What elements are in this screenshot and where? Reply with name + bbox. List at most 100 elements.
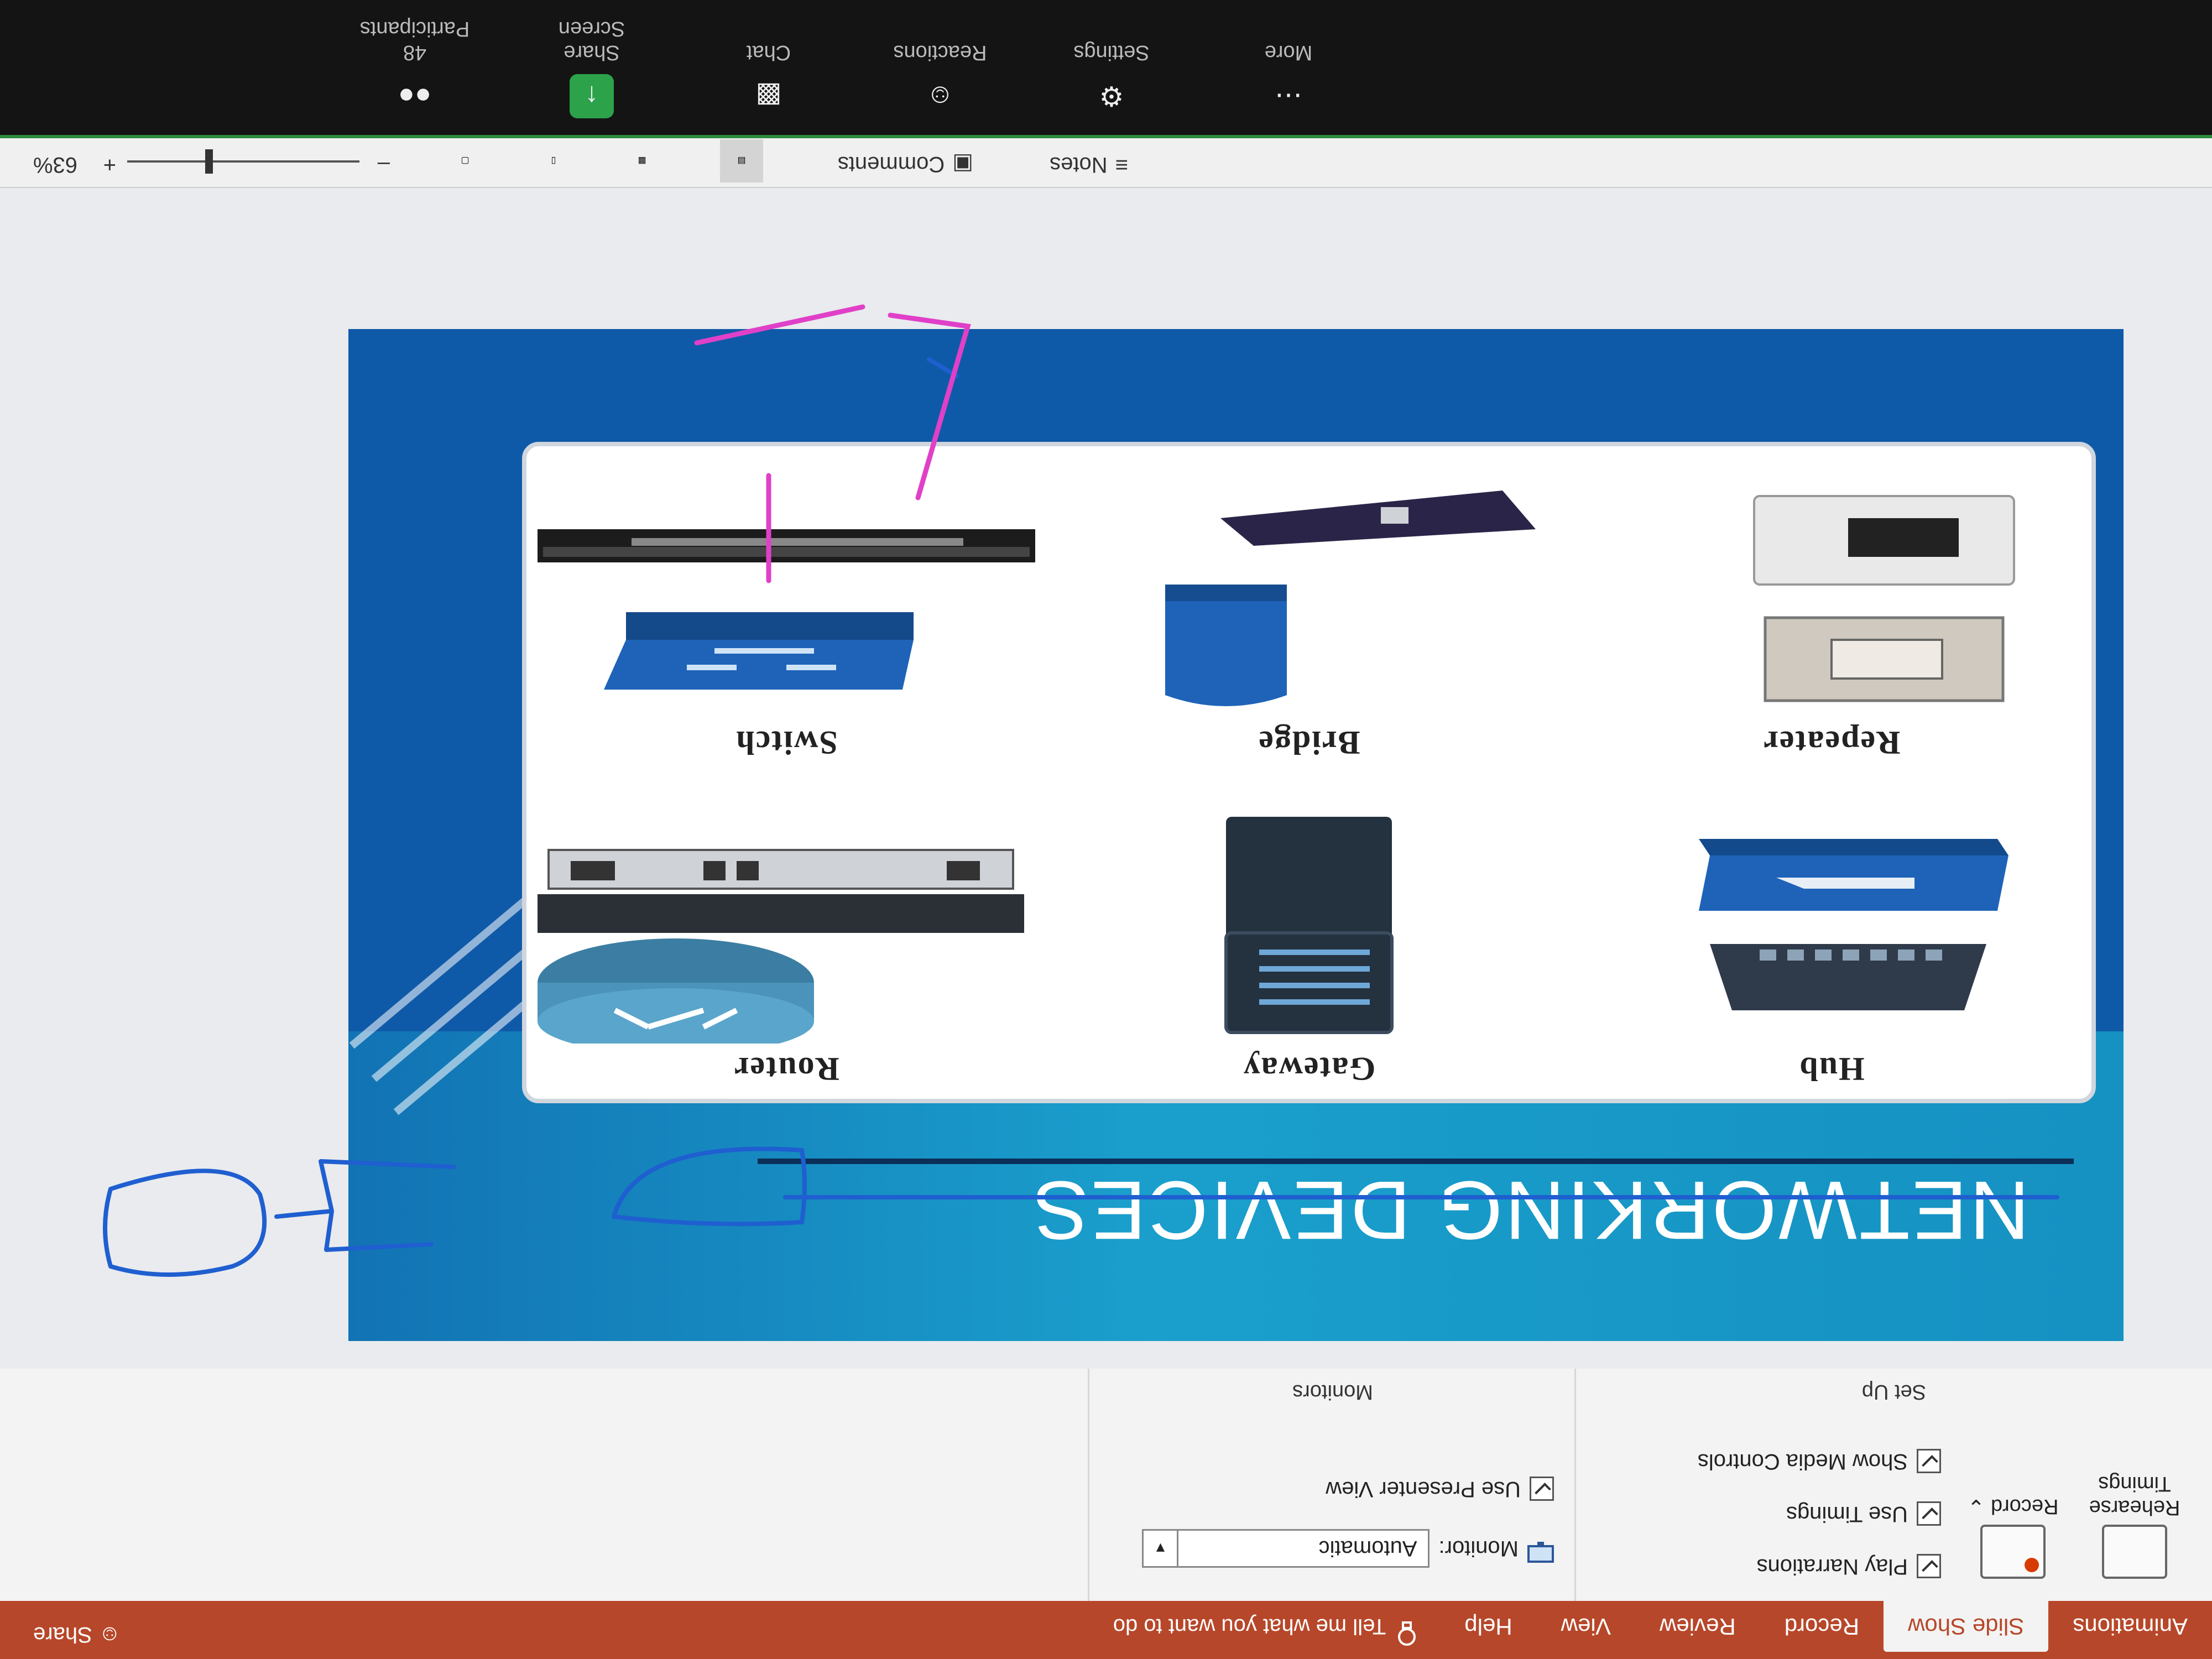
reactions-button[interactable]: ☺ Reactions <box>879 40 1001 118</box>
participants-button[interactable]: ●● 48 Participants <box>354 17 476 118</box>
tell-me-text: Tell me what you want to do <box>1113 1614 1386 1639</box>
title-underline <box>758 1159 2074 1164</box>
monitor-value: Automatic <box>1318 1536 1417 1561</box>
slide-sorter-icon: ▦ <box>638 156 646 165</box>
rehearse-label: Rehearse Timings <box>2089 1472 2180 1519</box>
zoom-slider-thumb[interactable] <box>205 149 213 174</box>
photo-stage: Animations Slide Show Record Review View… <box>0 0 2212 1659</box>
stopwatch-icon <box>2102 1525 2167 1579</box>
reactions-icon: ☺ <box>926 81 954 112</box>
zoom-level[interactable]: 63% <box>33 152 77 177</box>
person-icon: ☺ <box>98 1623 121 1647</box>
share-label: Share <box>33 1623 92 1647</box>
tab-view[interactable]: View <box>1537 1601 1635 1652</box>
device-label: Bridge <box>1258 724 1360 761</box>
notes-button[interactable]: ≡ Notes <box>1050 152 1128 177</box>
device-cell-bridge: Bridge <box>1049 452 1569 773</box>
checkbox-box <box>1917 1554 1941 1579</box>
play-narrations-label: Play Narrations <box>1756 1554 1908 1579</box>
device-cell-switch: Switch <box>526 452 1046 773</box>
slide-edit-area: NETWORKING DEVICES Hub Gateway Router Re… <box>0 188 2212 1369</box>
more-icon: ⋯ <box>1275 81 1302 112</box>
rehearse-timings-button[interactable]: Rehearse Timings <box>2079 1472 2190 1579</box>
participants-label: Participants <box>359 17 470 40</box>
dropdown-arrow-icon[interactable]: ▼ <box>1144 1531 1179 1566</box>
chat-button[interactable]: ▩ Chat <box>708 40 830 118</box>
slideshow-view-button[interactable]: ▢ <box>444 139 487 182</box>
tab-help[interactable]: Help <box>1440 1601 1536 1652</box>
device-cell-gateway: Gateway <box>1049 778 1569 1099</box>
tab-review[interactable]: Review <box>1635 1601 1760 1652</box>
use-timings-checkbox[interactable]: Use Timings <box>1786 1501 1941 1526</box>
ribbon-tab-bar: Animations Slide Show Record Review View… <box>0 1601 2212 1659</box>
chevron-down-icon: ⌄ <box>1967 1495 1985 1518</box>
play-narrations-checkbox[interactable]: Play Narrations <box>1757 1554 1941 1579</box>
lightbulb-icon <box>1396 1601 1418 1652</box>
more-label: More <box>1264 41 1313 64</box>
zoom-value: 63% <box>33 153 77 177</box>
slide-sorter-button[interactable]: ▦ <box>620 139 664 182</box>
share-button[interactable]: ☺ Share <box>33 1622 121 1647</box>
share-screen-button[interactable]: ↑ Share Screen <box>531 17 653 118</box>
chat-label: Chat <box>746 41 791 64</box>
participants-icon: ●● <box>398 81 432 112</box>
checkbox-box <box>1530 1477 1554 1501</box>
slide-title[interactable]: NETWORKING DEVICES <box>1031 1162 2030 1258</box>
monitor-icon <box>1527 1534 1554 1563</box>
monitor-row: Monitor: Automatic ▼ <box>1142 1529 1554 1568</box>
monitors-group: Monitor: Automatic ▼ Use Presenter View … <box>1088 1369 1576 1601</box>
device-label: Hub <box>1798 1051 1865 1087</box>
settings-button[interactable]: ⚙ Settings <box>1051 40 1172 118</box>
gateway-image <box>1224 817 1394 1034</box>
presenter-view-checkbox[interactable]: Use Presenter View <box>1326 1477 1554 1501</box>
hub-image <box>1699 839 2008 1010</box>
checkbox-box <box>1917 1449 1941 1474</box>
zoom-plus: + <box>103 153 116 177</box>
checkbox-box <box>1917 1501 1941 1526</box>
zoom-slider-track[interactable] <box>127 160 359 163</box>
reading-view-button[interactable]: ▯ <box>532 139 575 182</box>
more-button[interactable]: ⋯ More <box>1228 40 1349 118</box>
notes-label: Notes <box>1050 153 1108 177</box>
use-timings-label: Use Timings <box>1786 1502 1908 1526</box>
slideshow-view-icon: ▢ <box>461 156 469 165</box>
zoom-minus: – <box>377 153 390 177</box>
device-label: Switch <box>735 724 838 761</box>
tab-record[interactable]: Record <box>1760 1601 1884 1652</box>
tab-animations[interactable]: Animations <box>2048 1601 2212 1652</box>
show-media-controls-checkbox[interactable]: Show Media Controls <box>1698 1449 1941 1474</box>
normal-view-icon: ▤ <box>737 156 746 165</box>
ribbon-body: Rehearse Timings Record ⌄ Play Narration… <box>0 1368 2212 1601</box>
device-cell-hub: Hub <box>1572 778 2091 1099</box>
monitor-select[interactable]: Automatic ▼ <box>1142 1529 1430 1568</box>
device-cell-router: Router <box>526 778 1046 1099</box>
monitor-label: Monitor: <box>1438 1536 1519 1561</box>
devices-panel: Hub Gateway Router Repeater Bridge Switc… <box>522 442 2096 1103</box>
record-icon <box>1980 1525 2046 1579</box>
presenter-view-label: Use Presenter View <box>1326 1477 1521 1501</box>
comments-label: Comments <box>837 152 945 177</box>
device-label: Router <box>733 1051 839 1087</box>
slide-canvas[interactable]: NETWORKING DEVICES Hub Gateway Router Re… <box>348 329 2124 1341</box>
settings-label: Settings <box>1073 41 1150 64</box>
zoom-out-button[interactable]: – <box>378 152 390 177</box>
share-screen-label: Share Screen <box>558 17 625 64</box>
participants-badge: 48 <box>403 41 427 64</box>
record-label: Record <box>1990 1495 2059 1518</box>
device-label: Gateway <box>1242 1051 1376 1087</box>
record-button[interactable]: Record ⌄ <box>1958 1494 2068 1579</box>
reactions-label: Reactions <box>893 41 987 64</box>
device-cell-repeater: Repeater <box>1572 452 2091 773</box>
tell-me-search[interactable]: Tell me what you want to do <box>1113 1601 1441 1652</box>
zoom-in-button[interactable]: + <box>103 152 116 177</box>
tab-slide-show[interactable]: Slide Show <box>1884 1601 2049 1652</box>
meeting-toolbar: ●● 48 Participants ↑ Share Screen ▩ Chat… <box>0 0 2212 138</box>
show-media-controls-label: Show Media Controls <box>1697 1449 1908 1474</box>
setup-group: Rehearse Timings Record ⌄ Play Narration… <box>1574 1369 2212 1601</box>
comments-button[interactable]: ▣ Comments <box>838 152 973 177</box>
settings-icon: ⚙ <box>1099 81 1124 112</box>
comment-icon: ▣ <box>952 152 973 176</box>
switch-image <box>538 529 1035 690</box>
status-bar: ≡ Notes ▣ Comments ▤ ▦ ▯ ▢ – + 63% <box>0 137 2212 188</box>
normal-view-button[interactable]: ▤ <box>720 139 763 182</box>
